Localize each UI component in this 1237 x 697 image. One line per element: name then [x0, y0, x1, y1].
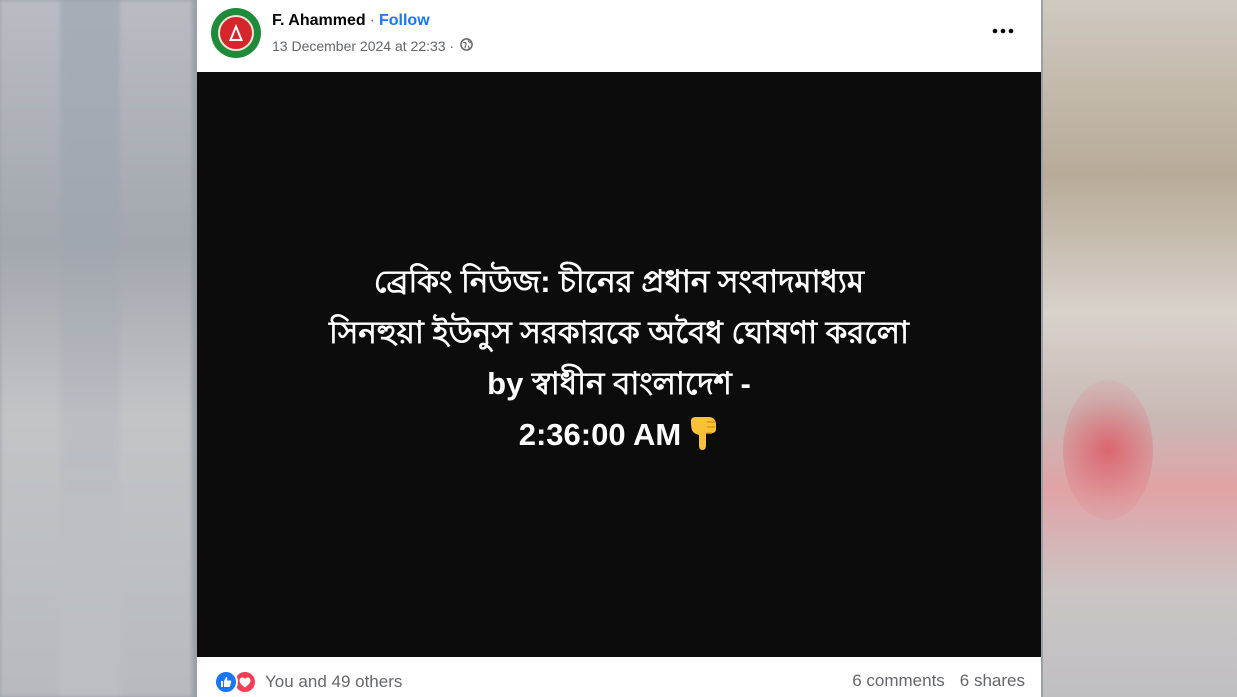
media-line-4: 2:36:00 AM — [329, 409, 909, 466]
media-line-2: সিনহুয়া ইউনুস সরকারকে অবৈধ ঘোষণা করলো — [329, 314, 909, 350]
reactions-label[interactable]: You and 49 others — [265, 672, 402, 692]
post-footer: You and 49 others 6 comments 6 shares — [197, 657, 1041, 697]
pointing-down-hand-icon — [687, 415, 719, 466]
blurred-background-right — [1043, 0, 1237, 697]
media-line-3: by স্বাধীন বাংলাদেশ - — [487, 365, 751, 401]
engagement-counts: 6 comments 6 shares — [852, 671, 1025, 691]
media-text: ব্রেকিং নিউজ: চীনের প্রধান সংবাদমাধ্যম স… — [329, 256, 909, 466]
author-line: F. Ahammed · Follow — [272, 11, 430, 31]
author-name[interactable]: F. Ahammed — [272, 12, 366, 29]
like-icon — [214, 670, 238, 694]
post-header: F. Ahammed · Follow 13 December 2024 at 22… — [197, 0, 1041, 72]
shares-count[interactable]: 6 shares — [960, 671, 1025, 691]
media-line-1: ব্রেকিং নিউজ: চীনের প্রধান সংবাদমাধ্যম — [373, 263, 865, 299]
more-options-icon — [992, 28, 1014, 34]
comments-count[interactable]: 6 comments — [852, 671, 945, 691]
media-time: 2:36:00 AM — [518, 416, 682, 452]
globe-icon — [460, 37, 473, 55]
more-options-button[interactable] — [989, 17, 1017, 45]
post-timestamp[interactable]: 13 December 2024 at 22:33 · — [272, 37, 454, 55]
post-card: F. Ahammed · Follow 13 December 2024 at 22… — [197, 0, 1041, 697]
post-media[interactable]: ব্রেকিং নিউজ: চীনের প্রধান সংবাদমাধ্যম স… — [197, 72, 1041, 657]
separator-dot: · — [369, 12, 375, 29]
reactions-summary[interactable]: You and 49 others — [214, 670, 402, 694]
emblem-icon — [229, 24, 243, 41]
follow-button[interactable]: Follow — [379, 12, 430, 29]
post-meta: 13 December 2024 at 22:33 · — [272, 37, 473, 55]
avatar-emblem — [218, 15, 254, 51]
author-avatar[interactable] — [211, 8, 261, 58]
blurred-background-left — [0, 0, 192, 697]
